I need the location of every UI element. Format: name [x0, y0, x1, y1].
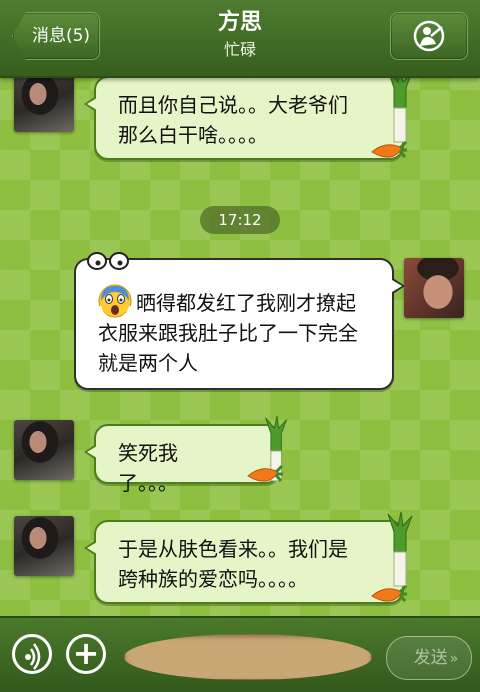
message-text: 晒得都发红了我刚才撩起衣服来跟我肚子比了一下完全就是两个人 — [98, 291, 358, 375]
profile-button[interactable] — [390, 12, 468, 60]
message-bubble-received[interactable]: 笑死我了。。。 — [84, 416, 288, 495]
message-bubble-received[interactable]: 于是从肤色看来。。我们是跨种族的爱恋吗。。。。 — [84, 512, 413, 604]
leek-decoration-icon — [387, 512, 413, 587]
back-button[interactable]: 消息(5) — [12, 12, 100, 60]
back-button-label: 消息(5) — [31, 26, 91, 46]
message-text: 于是从肤色看来。。我们是跨种族的爱恋吗。。。。 — [118, 537, 348, 591]
message-bubble-sent[interactable]: 晒得都发红了我刚才撩起衣服来跟我肚子比了一下完全就是两个人 — [74, 252, 405, 390]
send-button-label: 发送 — [413, 648, 448, 668]
send-button[interactable]: 发送» — [386, 636, 472, 680]
voice-input-button[interactable] — [12, 634, 52, 674]
carrot-decoration-icon — [371, 584, 408, 602]
contact-avatar[interactable] — [14, 72, 74, 132]
input-bar: + 发送» — [0, 616, 480, 692]
contact-avatar[interactable] — [14, 516, 74, 576]
my-avatar[interactable] — [404, 258, 464, 318]
send-chevron-icon: » — [449, 651, 459, 667]
message-text: 笑死我了。。。 — [118, 441, 178, 495]
voice-icon — [25, 643, 41, 670]
timestamp-pill: 17:12 — [200, 206, 280, 234]
chat-header: 消息(5) 方思 忙碌 — [0, 0, 480, 78]
contact-avatar[interactable] — [14, 420, 74, 480]
eyes-decoration-icon — [87, 252, 129, 270]
message-text: 而且你自己说。。大老爷们那么白干啥。。。。 — [118, 93, 348, 147]
carrot-decoration-icon — [247, 464, 284, 482]
carrot-decoration-icon — [371, 140, 408, 158]
contact-name: 方思 — [217, 10, 262, 35]
plus-icon: + — [72, 634, 100, 672]
person-icon — [413, 20, 445, 52]
plus-button[interactable]: + — [66, 634, 106, 674]
screaming-face-emoji-icon — [98, 284, 132, 318]
chat-title: 方思 忙碌 — [140, 8, 340, 62]
contact-status: 忙碌 — [223, 40, 256, 59]
message-bubble-received[interactable]: 而且你自己说。。大老爷们那么白干啥。。。。 — [84, 68, 413, 160]
leek-decoration-icon — [387, 68, 413, 143]
message-input[interactable] — [124, 634, 372, 680]
